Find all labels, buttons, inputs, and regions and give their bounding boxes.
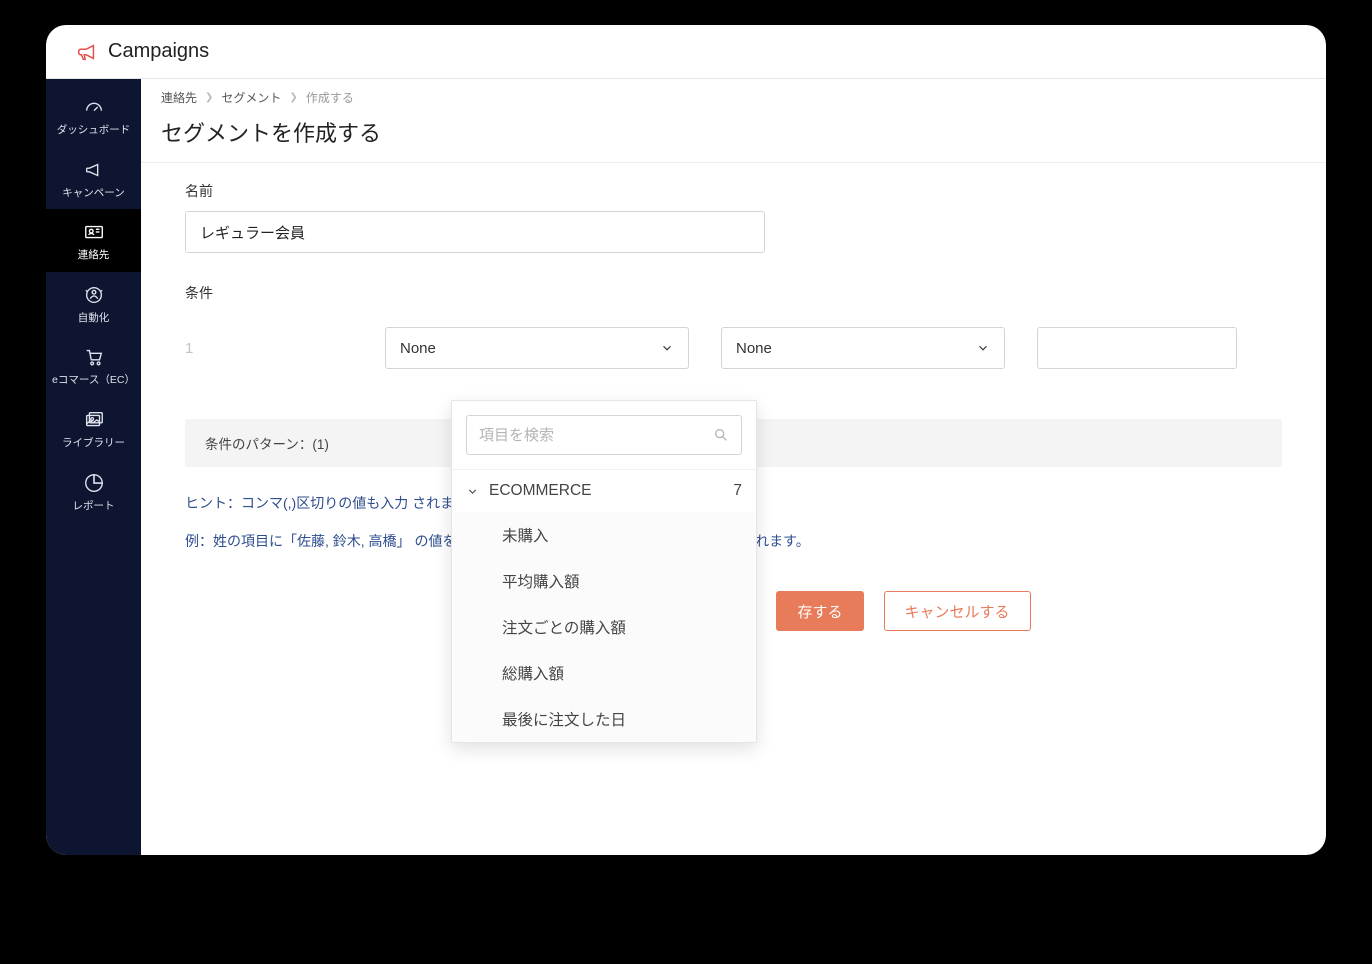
sidebar-item-label: 自動化 <box>78 312 110 325</box>
sidebar-item-label: eコマース（EC） <box>52 374 135 387</box>
name-input[interactable] <box>185 211 765 253</box>
condition-row: 1 None None <box>185 327 1282 369</box>
chevron-down-icon <box>466 485 479 498</box>
chevron-right-icon: ❯ <box>289 92 297 103</box>
category-title: ECOMMERCE <box>489 482 591 500</box>
sidebar-item-label: 連絡先 <box>78 249 110 262</box>
breadcrumb: 連絡先 ❯ セグメント ❯ 作成する <box>141 79 1326 112</box>
dropdown-category[interactable]: ECOMMERCE 7 <box>452 469 756 512</box>
dropdown-item[interactable]: 注文ごとの購入額 <box>452 604 756 650</box>
sidebar-item-label: ダッシュボード <box>57 124 131 137</box>
sidebar-item-automation[interactable]: 自動化 <box>46 272 141 335</box>
dropdown-item[interactable]: 平均購入額 <box>452 558 756 604</box>
dropdown-item[interactable]: 総購入額 <box>452 650 756 696</box>
save-button[interactable]: 存する <box>776 591 863 631</box>
condition-index: 1 <box>185 340 365 357</box>
sidebar-item-ecommerce[interactable]: eコマース（EC） <box>46 334 141 397</box>
piechart-icon <box>83 472 105 494</box>
select-value: None <box>400 340 436 357</box>
search-icon <box>713 427 729 443</box>
sidebar-item-label: キャンペーン <box>62 187 124 200</box>
page-title: セグメントを作成する <box>141 112 1326 162</box>
topbar: Campaigns <box>46 25 1326 79</box>
conditions-label: 条件 <box>185 283 1282 303</box>
breadcrumb-item: 作成する <box>306 89 354 106</box>
sidebar: ダッシュボード キャンペーン 連絡先 自動化 eコマース（EC） ライブラリー <box>46 79 141 855</box>
select-value: None <box>736 340 772 357</box>
sidebar-item-label: ライブラリー <box>62 437 125 450</box>
operator-select[interactable]: None <box>721 327 1005 369</box>
sidebar-item-dashboard[interactable]: ダッシュボード <box>46 84 141 147</box>
value-select[interactable] <box>1037 327 1237 369</box>
chevron-down-icon <box>976 341 990 355</box>
breadcrumb-item[interactable]: 連絡先 <box>161 89 197 106</box>
dropdown-search-input[interactable] <box>479 427 713 444</box>
megaphone-icon <box>83 159 105 181</box>
cancel-button[interactable]: キャンセルする <box>884 591 1031 631</box>
dropdown-item[interactable]: 未購入 <box>452 512 756 558</box>
sidebar-item-campaigns[interactable]: キャンペーン <box>46 147 141 210</box>
sidebar-item-label: レポート <box>73 500 115 513</box>
field-dropdown: ECOMMERCE 7 未購入 平均購入額 注文ごとの購入額 総購入額 最後に注… <box>451 400 757 743</box>
category-count: 7 <box>733 482 742 500</box>
cart-icon <box>83 346 105 368</box>
dropdown-item[interactable]: 最後に注文した日 <box>452 696 756 742</box>
field-select[interactable]: None <box>385 327 689 369</box>
app-name: Campaigns <box>108 40 209 63</box>
sidebar-item-contacts[interactable]: 連絡先 <box>46 209 141 272</box>
app-logo[interactable]: Campaigns <box>76 40 209 63</box>
sidebar-item-library[interactable]: ライブラリー <box>46 397 141 460</box>
chevron-down-icon <box>660 341 674 355</box>
breadcrumb-item[interactable]: セグメント <box>221 89 281 106</box>
dropdown-list: 未購入 平均購入額 注文ごとの購入額 総購入額 最後に注文した日 <box>452 512 756 742</box>
contact-card-icon <box>83 221 105 243</box>
name-label: 名前 <box>185 181 1282 201</box>
sidebar-item-report[interactable]: レポート <box>46 460 141 523</box>
library-icon <box>83 409 105 431</box>
gauge-icon <box>83 96 105 118</box>
megaphone-icon <box>76 41 98 63</box>
dropdown-search <box>466 415 742 455</box>
automation-icon <box>83 284 105 306</box>
chevron-right-icon: ❯ <box>205 92 213 103</box>
app-window: Campaigns ダッシュボード キャンペーン 連絡先 自動化 <box>46 25 1326 855</box>
